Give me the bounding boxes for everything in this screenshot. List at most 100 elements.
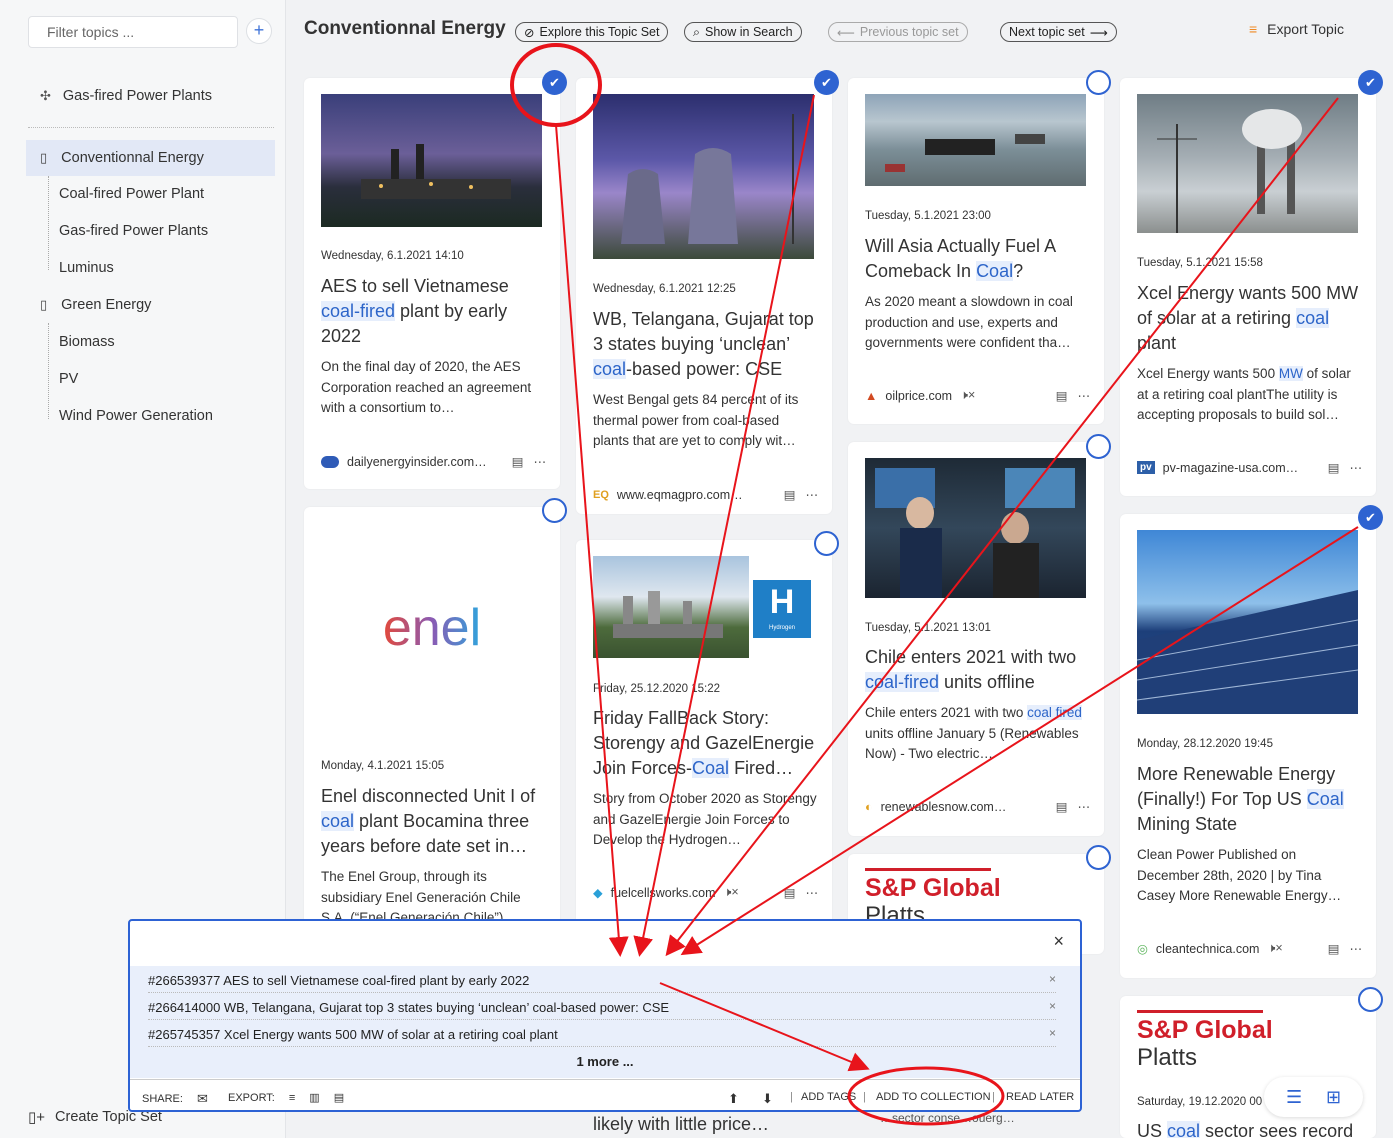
source-label: www.eqmagpro.com… <box>616 487 743 502</box>
title-text: Mining State <box>1137 814 1238 834</box>
read-later-button[interactable]: READ LATER <box>1006 1091 1074 1103</box>
bookmark-icon[interactable]: ▤ <box>1328 460 1340 475</box>
panel-action-bar: SHARE: ✉ EXPORT: ≡ ▥ ▤ ⬆ ⬇ | ADD TAGS | … <box>130 1079 1080 1110</box>
selected-article-row[interactable]: #265745357 Xcel Energy wants 500 MW of s… <box>148 1020 1056 1047</box>
selected-article-row[interactable]: #266539377 AES to sell Vietnamese coal-f… <box>148 966 1056 993</box>
more-icon[interactable]: ⋯ <box>806 885 819 900</box>
more-icon[interactable]: ⋯ <box>1350 941 1363 956</box>
title-highlight: Coal <box>692 758 730 778</box>
show-in-search-button[interactable]: ⌕ Show in Search <box>684 22 802 42</box>
more-icon[interactable]: ⋯ <box>1078 388 1091 403</box>
sidebar-group-conventional[interactable]: ▯ Conventionnal Energy <box>26 140 275 176</box>
article-title[interactable]: Will Asia Actually Fuel A Comeback In Co… <box>865 234 1090 284</box>
selection-panel: × #266539377 AES to sell Vietnamese coal… <box>128 919 1082 1112</box>
rss-icon[interactable]: ≡ <box>289 1092 295 1104</box>
article-title[interactable]: WB, Telangana, Gujarat top 3 states buyi… <box>593 307 818 382</box>
select-checkbox[interactable] <box>1086 845 1111 870</box>
email-icon[interactable]: ✉ <box>197 1091 208 1107</box>
select-checkbox-checked[interactable]: ✔ <box>814 70 839 95</box>
export-topic-button[interactable]: ≡ Export Topic <box>1249 21 1344 37</box>
filter-topics-input[interactable]: Filter topics ... <box>28 16 238 48</box>
title-text: WB, Telangana, Gujarat top 3 states buyi… <box>593 309 814 354</box>
add-to-collection-button[interactable]: ADD TO COLLECTION <box>876 1091 991 1103</box>
article-title[interactable]: Enel disconnected Unit I of coal plant B… <box>321 784 546 859</box>
article-title[interactable]: Xcel Energy wants 500 MW of solar at a r… <box>1137 281 1362 356</box>
mute-icon[interactable]: 🕨× <box>1267 941 1282 956</box>
select-checkbox[interactable] <box>1086 434 1111 459</box>
article-card[interactable]: Tuesday, 5.1.2021 13:01 Chile enters 202… <box>848 442 1104 836</box>
article-card[interactable]: Wednesday, 6.1.2021 12:25 WB, Telangana,… <box>576 78 832 514</box>
article-card[interactable]: Tuesday, 5.1.2021 23:00 Will Asia Actual… <box>848 78 1104 424</box>
item-label: PV <box>59 371 79 387</box>
previous-topic-set-button[interactable]: ⟵ Previous topic set <box>828 22 968 42</box>
bookmark-icon[interactable]: ▤ <box>1056 388 1068 403</box>
article-title[interactable]: Friday FallBack Story: Storengy and Gaze… <box>593 706 818 781</box>
bookmark-icon[interactable]: ▤ <box>784 885 796 900</box>
close-icon[interactable]: × <box>1053 931 1064 952</box>
select-checkbox[interactable] <box>542 498 567 523</box>
list-view-icon[interactable]: ☰ <box>1286 1087 1302 1108</box>
article-title[interactable]: More Renewable Energy (Finally!) For Top… <box>1137 762 1362 837</box>
more-icon[interactable]: ⋯ <box>1078 799 1091 814</box>
separator: | <box>790 1091 793 1103</box>
sidebar-item-biomass[interactable]: Biomass <box>59 334 115 350</box>
thumbs-up-icon[interactable]: ⬆ <box>728 1091 739 1107</box>
article-title[interactable]: AES to sell Vietnamese coal-fired plant … <box>321 274 546 349</box>
explore-topic-set-button[interactable]: ⊘ Explore this Topic Set <box>515 22 669 42</box>
more-icon[interactable]: ⋯ <box>534 454 547 469</box>
remove-icon[interactable]: × <box>1049 999 1056 1013</box>
sidebar-item-pv[interactable]: PV <box>59 371 78 387</box>
row-label: #266539377 AES to sell Vietnamese coal-f… <box>148 973 530 988</box>
show-more-link[interactable]: 1 more ... <box>130 1054 1080 1069</box>
more-icon[interactable]: ⋯ <box>1350 460 1363 475</box>
add-tags-button[interactable]: ADD TAGS <box>801 1091 856 1103</box>
article-date: Wednesday, 6.1.2021 14:10 <box>321 250 464 262</box>
document-icon[interactable]: ▤ <box>334 1091 344 1104</box>
select-checkbox[interactable] <box>1358 987 1383 1012</box>
source-label: pv-magazine-usa.com… <box>1162 460 1299 475</box>
explore-label: Explore this Topic Set <box>539 25 660 39</box>
csv-icon[interactable]: ▥ <box>309 1091 319 1104</box>
article-card[interactable]: Wednesday, 6.1.2021 14:10 AES to sell Vi… <box>304 78 560 489</box>
bookmark-icon[interactable]: ▤ <box>784 487 796 502</box>
thumbs-down-icon[interactable]: ⬇ <box>762 1091 773 1107</box>
next-topic-set-button[interactable]: Next topic set ⟶ <box>1000 22 1117 42</box>
sidebar-group-green[interactable]: ▯ Green Energy <box>26 287 275 323</box>
factory-image <box>613 591 723 638</box>
snippet-highlight: coal fired <box>1027 705 1082 720</box>
tree-line <box>48 323 49 419</box>
title-text: plant <box>1137 333 1177 353</box>
more-icon[interactable]: ⋯ <box>806 487 819 502</box>
select-checkbox[interactable] <box>1086 70 1111 95</box>
mute-icon[interactable]: 🕨× <box>960 388 975 403</box>
article-card[interactable]: Tuesday, 5.1.2021 15:58 Xcel Energy want… <box>1120 78 1376 496</box>
sidebar-item-coal-fired[interactable]: Coal-fired Power Plant <box>59 186 204 202</box>
grid-view-icon[interactable]: ⊞ <box>1326 1087 1341 1108</box>
article-card[interactable]: enel Monday, 4.1.2021 15:05 Enel disconn… <box>304 507 560 927</box>
title-highlight: coal <box>1296 308 1330 328</box>
remove-icon[interactable]: × <box>1049 1026 1056 1040</box>
title-text: More Renewable Energy (Finally!) For Top… <box>1137 764 1336 809</box>
pinned-topic[interactable]: ✣ Gas-fired Power Plants <box>40 88 212 104</box>
bookmark-icon[interactable]: ▤ <box>1056 799 1068 814</box>
mute-icon[interactable]: 🕨× <box>724 885 739 900</box>
selected-article-row[interactable]: #266414000 WB, Telangana, Gujarat top 3 … <box>148 993 1056 1020</box>
sidebar-item-luminus[interactable]: Luminus <box>59 260 114 276</box>
article-snippet: Xcel Energy wants 500 MW of solar at a r… <box>1137 364 1362 426</box>
add-topic-button[interactable]: + <box>246 18 272 44</box>
article-title[interactable]: US coal sector sees record <box>1137 1119 1362 1138</box>
article-card[interactable]: H Hydrogen Friday, 25.12.2020 15:22 Frid… <box>576 540 832 940</box>
article-title[interactable]: Chile enters 2021 with two coal-fired un… <box>865 645 1090 695</box>
remove-icon[interactable]: × <box>1049 972 1056 986</box>
item-label: Luminus <box>59 260 114 276</box>
bookmark-icon[interactable]: ▤ <box>512 454 524 469</box>
sidebar-item-wind[interactable]: Wind Power Generation <box>59 408 213 424</box>
select-checkbox-checked[interactable]: ✔ <box>1358 505 1383 530</box>
select-checkbox-checked[interactable]: ✔ <box>542 70 567 95</box>
select-checkbox-checked[interactable]: ✔ <box>1358 70 1383 95</box>
select-checkbox[interactable] <box>814 531 839 556</box>
article-card[interactable]: Monday, 28.12.2020 19:45 More Renewable … <box>1120 514 1376 978</box>
bookmark-icon[interactable]: ▤ <box>1328 941 1340 956</box>
explore-icon: ⊘ <box>524 25 535 40</box>
sidebar-item-gas-fired[interactable]: Gas-fired Power Plants <box>59 223 208 239</box>
